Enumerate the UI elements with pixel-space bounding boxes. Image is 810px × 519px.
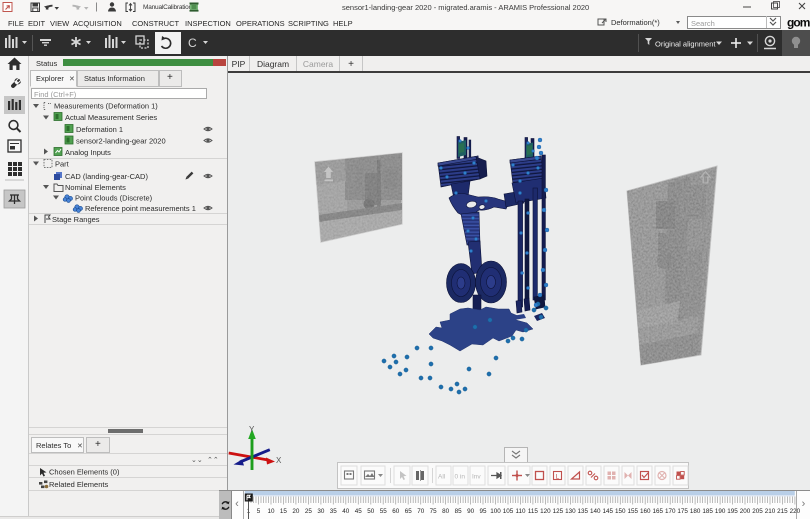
svg-text:180: 180	[690, 508, 701, 515]
svg-text:95: 95	[479, 508, 487, 515]
svg-text:175: 175	[677, 508, 688, 515]
svg-text:Point Clouds (Discrete): Point Clouds (Discrete)	[75, 193, 153, 202]
svg-text:185: 185	[702, 508, 713, 515]
svg-text:205: 205	[752, 508, 763, 515]
svg-text:Inv: Inv	[472, 474, 481, 481]
svg-text:220: 220	[790, 508, 801, 515]
svg-text:90: 90	[467, 508, 475, 515]
svg-text:Reference point measurements 1: Reference point measurements 1	[85, 204, 196, 213]
svg-text:0 in: 0 in	[455, 474, 466, 481]
svg-text:55: 55	[380, 508, 388, 515]
svg-text:65: 65	[405, 508, 413, 515]
svg-text:30: 30	[317, 508, 325, 515]
svg-text:Actual Measurement Series: Actual Measurement Series	[65, 113, 157, 122]
svg-text:Analog Inputs: Analog Inputs	[65, 148, 111, 157]
svg-text:70: 70	[417, 508, 425, 515]
svg-text:130: 130	[565, 508, 576, 515]
svg-text:gom: gom	[787, 15, 810, 29]
svg-text:210: 210	[765, 508, 776, 515]
svg-text:Chosen Elements (0): Chosen Elements (0)	[49, 468, 120, 477]
svg-text:Measurements (Deformation 1): Measurements (Deformation 1)	[54, 102, 158, 111]
svg-text:195: 195	[727, 508, 738, 515]
svg-text:100: 100	[490, 508, 501, 515]
svg-text:sensor2-landing-gear 2020: sensor2-landing-gear 2020	[76, 136, 166, 145]
svg-text:10: 10	[267, 508, 275, 515]
svg-text:15: 15	[280, 508, 288, 515]
svg-text:125: 125	[553, 508, 564, 515]
svg-text:Stage Ranges: Stage Ranges	[52, 215, 100, 224]
svg-text:Deformation 1: Deformation 1	[76, 125, 123, 134]
svg-text:All: All	[438, 474, 446, 481]
svg-text:Nominal Elements: Nominal Elements	[65, 183, 126, 192]
svg-text:170: 170	[665, 508, 676, 515]
svg-text:105: 105	[503, 508, 514, 515]
svg-text:CAD (landing-gear-CAD): CAD (landing-gear-CAD)	[65, 172, 148, 181]
svg-text:35: 35	[330, 508, 338, 515]
svg-text:Part: Part	[55, 159, 70, 168]
svg-text:120: 120	[540, 508, 551, 515]
svg-text:40: 40	[342, 508, 350, 515]
svg-text:155: 155	[627, 508, 638, 515]
svg-text:115: 115	[528, 508, 539, 515]
svg-text:X: X	[276, 456, 282, 465]
svg-text:Y: Y	[249, 425, 255, 434]
svg-text:25: 25	[305, 508, 313, 515]
svg-text:L: L	[556, 474, 560, 481]
svg-text:135: 135	[578, 508, 589, 515]
svg-text:50: 50	[367, 508, 375, 515]
svg-text:110: 110	[515, 508, 526, 515]
svg-text:C: C	[188, 36, 197, 50]
svg-text:Original alignment: Original alignment	[655, 40, 716, 49]
svg-text:190: 190	[715, 508, 726, 515]
svg-text:215: 215	[777, 508, 788, 515]
svg-text:20: 20	[292, 508, 300, 515]
svg-text:5: 5	[257, 508, 261, 515]
svg-text:165: 165	[652, 508, 663, 515]
svg-text:45: 45	[355, 508, 363, 515]
svg-text:Related Elements: Related Elements	[49, 480, 108, 489]
svg-text:150: 150	[615, 508, 626, 515]
svg-text:85: 85	[455, 508, 463, 515]
svg-text:80: 80	[442, 508, 450, 515]
svg-text:75: 75	[430, 508, 438, 515]
svg-text:140: 140	[590, 508, 601, 515]
svg-text:200: 200	[740, 508, 751, 515]
svg-text:60: 60	[392, 508, 400, 515]
svg-text:145: 145	[603, 508, 614, 515]
svg-text:160: 160	[640, 508, 651, 515]
